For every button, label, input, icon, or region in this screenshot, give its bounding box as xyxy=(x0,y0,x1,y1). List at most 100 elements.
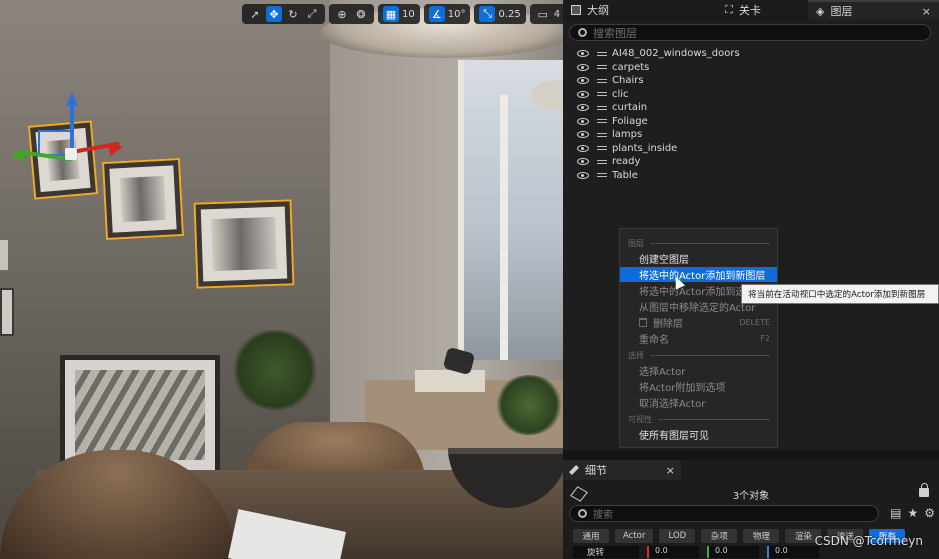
menu-label: 从图层中移除选定的Actor xyxy=(639,303,756,314)
tab-outliner[interactable]: 大纲 xyxy=(563,0,678,20)
gizmo-x-arrow[interactable] xyxy=(107,139,125,157)
star-icon[interactable]: ★ xyxy=(907,506,918,520)
details-header: 3个对象 xyxy=(563,483,939,504)
eye-icon[interactable] xyxy=(577,104,589,112)
layer-row[interactable]: Chairs xyxy=(577,74,740,88)
viewport-left-artwork xyxy=(0,288,14,336)
transform-row: 旋转 0.0 0.0 0.0 xyxy=(573,546,819,558)
eye-icon[interactable] xyxy=(577,171,589,179)
layer-row[interactable]: curtain xyxy=(577,101,740,115)
menu-rename[interactable]: 重命名 F2 xyxy=(620,331,777,346)
eye-icon[interactable] xyxy=(577,77,589,85)
surface-snap-icon[interactable]: ❂ xyxy=(353,6,369,22)
transform-gizmo[interactable] xyxy=(10,92,125,172)
scale-snap-value[interactable]: 0.25 xyxy=(498,9,520,20)
eye-icon[interactable] xyxy=(577,144,589,152)
grid-snap-icon[interactable]: ▦ xyxy=(383,6,399,22)
eye-icon[interactable] xyxy=(577,131,589,139)
grid-snap-value[interactable]: 10 xyxy=(402,9,415,20)
layers-search-input[interactable]: 搜索图层 xyxy=(569,24,931,41)
level-viewport[interactable]: ➚ ✥ ↻ ⤢ ⊕ ❂ ▦ 10 ∡ 10° ⤡ 0.25 ▭ 4 ⊞ xyxy=(0,0,563,559)
transform-mode-select[interactable]: 旋转 xyxy=(573,546,639,558)
menu-label: 取消选择Actor xyxy=(639,399,706,410)
details-search-input[interactable]: 搜索 xyxy=(569,505,879,522)
camera-speed-value[interactable]: 4 xyxy=(554,9,560,20)
gizmo-y-arrow[interactable] xyxy=(10,148,24,162)
layer-icon xyxy=(597,78,607,83)
layer-row[interactable]: clic xyxy=(577,88,740,102)
viewport-floor-artwork-canvas xyxy=(75,370,205,460)
tab-layers[interactable]: ◈ 图层 × xyxy=(808,0,939,20)
close-icon[interactable]: × xyxy=(666,464,675,477)
tab-level-label: 关卡 xyxy=(738,4,761,17)
menu-section-layers: 图层 xyxy=(628,238,770,249)
layer-row[interactable]: Foliage xyxy=(577,115,740,129)
gizmo-z-arrow[interactable] xyxy=(66,92,78,106)
menu-append-actor[interactable]: 将Actor附加到选项 xyxy=(620,379,777,394)
menu-create-empty-layer[interactable]: 创建空图层 xyxy=(620,251,777,266)
menu-label: 使所有图层可见 xyxy=(639,431,709,442)
viewport-left-artwork-2 xyxy=(0,240,8,270)
translate-mode-icon[interactable]: ✥ xyxy=(266,6,282,22)
layer-name: AI48_002_windows_doors xyxy=(612,48,740,60)
menu-deselect-actor[interactable]: 取消选择Actor xyxy=(620,395,777,410)
value-x-field[interactable]: 0.0 xyxy=(647,546,699,558)
category-misc[interactable]: 杂项 xyxy=(701,529,738,543)
viewport-toolbar: ➚ ✥ ↻ ⤢ ⊕ ❂ ▦ 10 ∡ 10° ⤡ 0.25 ▭ 4 ⊞ xyxy=(242,4,563,24)
layers-context-menu: 图层 创建空图层 将选中的Actor添加到新图层 将选中的Actor添加到选 从… xyxy=(619,228,778,448)
rotate-mode-icon[interactable]: ↻ xyxy=(285,6,301,22)
category-general[interactable]: 通用 xyxy=(573,529,609,543)
layer-row[interactable]: ready xyxy=(577,155,740,169)
scale-mode-icon[interactable]: ⤢ xyxy=(304,6,320,22)
rotation-snap-group[interactable]: ∡ 10° xyxy=(423,4,471,24)
rotation-snap-value[interactable]: 10° xyxy=(448,9,466,20)
menu-select-actor[interactable]: 选择Actor xyxy=(620,363,777,378)
tab-outliner-label: 大纲 xyxy=(587,4,609,17)
rotation-snap-icon[interactable]: ∡ xyxy=(428,6,445,22)
value-z-field[interactable]: 0.0 xyxy=(767,546,819,558)
table-view-icon[interactable]: ▤ xyxy=(890,506,901,520)
menu-make-all-visible[interactable]: 使所有图层可见 xyxy=(620,427,777,442)
eye-icon[interactable] xyxy=(577,90,589,98)
menu-add-selected-to-new-layer[interactable]: 将选中的Actor添加到新图层 xyxy=(620,267,777,282)
layer-icon xyxy=(597,92,607,97)
layer-row[interactable]: lamps xyxy=(577,128,740,142)
viewport-plant xyxy=(230,330,320,410)
layer-name: carpets xyxy=(612,61,650,73)
grid-snap-group[interactable]: ▦ 10 xyxy=(378,4,420,24)
tab-level[interactable]: ⛶ 关卡 xyxy=(678,0,808,20)
selected-frame-3[interactable] xyxy=(193,199,295,289)
camera-speed-group[interactable]: ▭ 4 xyxy=(529,4,563,24)
close-icon[interactable]: × xyxy=(922,5,931,18)
gizmo-center[interactable] xyxy=(65,148,77,160)
value-y-field[interactable]: 0.0 xyxy=(707,546,759,558)
layer-name: Chairs xyxy=(612,75,644,87)
gear-icon[interactable]: ⚙ xyxy=(924,506,935,520)
tab-details[interactable]: 细节 × xyxy=(563,460,681,480)
scale-snap-icon[interactable]: ⤡ xyxy=(479,6,496,22)
category-physics[interactable]: 物理 xyxy=(743,529,780,543)
layer-row[interactable]: Table xyxy=(577,169,740,183)
pencil-icon xyxy=(569,465,579,475)
select-mode-icon[interactable]: ➚ xyxy=(247,6,263,22)
menu-delete-layer[interactable]: 删除层 DELETE xyxy=(620,315,777,330)
camera-icon[interactable]: ▭ xyxy=(535,6,551,22)
watermark: CSDN @Tcorrheyn xyxy=(814,534,923,548)
world-space-icon[interactable]: ⊕ xyxy=(334,6,350,22)
level-icon: ⛶ xyxy=(725,3,733,16)
layer-row[interactable]: carpets xyxy=(577,61,740,75)
eye-icon[interactable] xyxy=(577,117,589,125)
eye-icon[interactable] xyxy=(577,50,589,58)
layer-name: plants_inside xyxy=(612,142,678,154)
eye-icon[interactable] xyxy=(577,158,589,166)
category-actor[interactable]: Actor xyxy=(615,529,654,543)
details-tools: ▤ ★ ⚙ xyxy=(890,506,935,520)
layer-row[interactable]: plants_inside xyxy=(577,142,740,156)
eye-icon[interactable] xyxy=(577,63,589,71)
menu-label: 删除层 xyxy=(653,319,683,330)
layer-row[interactable]: AI48_002_windows_doors xyxy=(577,47,740,61)
scale-snap-group[interactable]: ⤡ 0.25 xyxy=(474,4,526,24)
lock-icon[interactable] xyxy=(919,483,929,497)
category-lod[interactable]: LOD xyxy=(659,529,696,543)
tab-details-label: 细节 xyxy=(585,464,607,477)
